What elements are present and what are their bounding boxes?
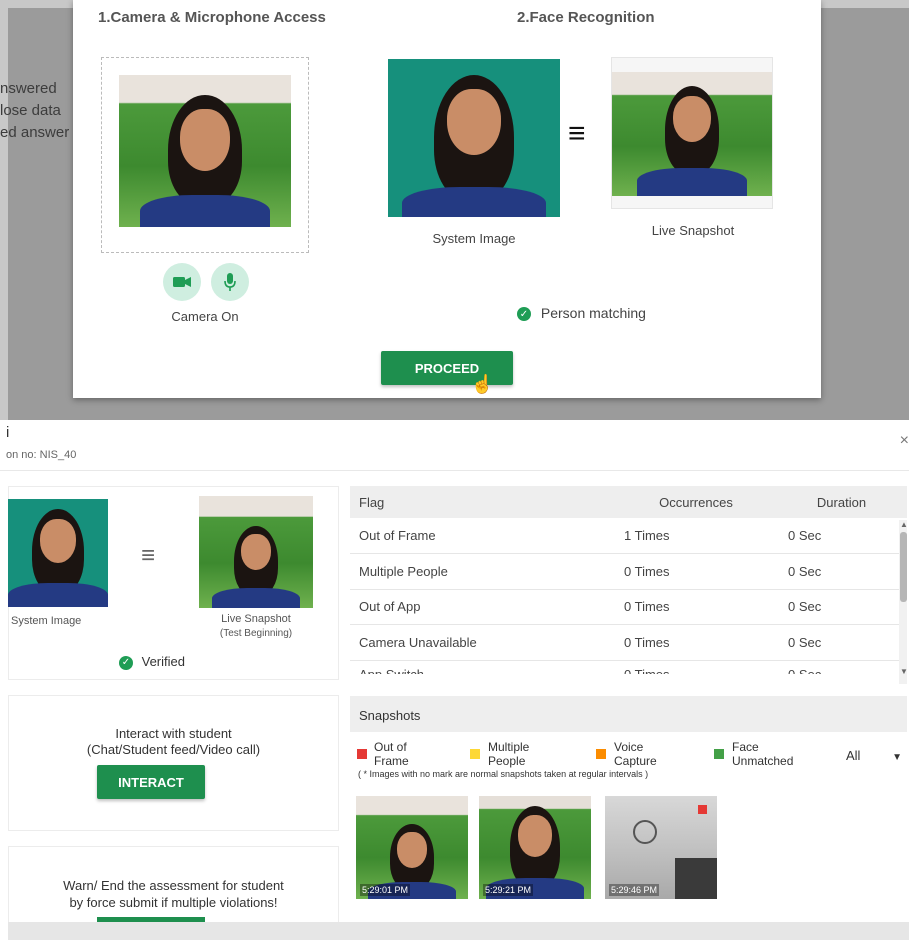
camera-preview-frame (101, 57, 309, 253)
flag-duration: 0 Sec (776, 624, 907, 661)
background-text-line: nswered (0, 80, 57, 97)
legend-multiple-people: Multiple People (488, 740, 530, 768)
verified-label: Verified (141, 654, 185, 669)
verified-status: ✓ Verified (119, 654, 185, 670)
snapshots-title: Snapshots (359, 708, 421, 723)
face-verification-modal: 1.Camera & Microphone Access 2.Face Reco… (73, 0, 821, 398)
table-clip (350, 674, 907, 686)
legend-out-of-frame: Out of Frame (374, 740, 409, 768)
scroll-down-icon[interactable]: ▼ (900, 667, 908, 676)
table-row: Multiple People 0 Times 0 Sec (350, 553, 907, 590)
live-snapshot-label: Live Snapshot (221, 613, 291, 625)
background-text-line: ed answer (0, 124, 70, 141)
interact-button[interactable]: INTERACT (97, 765, 205, 799)
system-image-thumbnail (8, 499, 108, 607)
snapshot-thumbnail[interactable]: 5:29:01 PM (356, 796, 468, 899)
header-divider (0, 470, 909, 471)
candidate-name: i (6, 424, 10, 441)
scroll-up-icon[interactable]: ▲ (900, 520, 908, 529)
snapshot-thumbnail[interactable]: 5:29:46 PM (605, 796, 717, 899)
flag-name: Multiple People (350, 553, 616, 590)
background-text-line: lose data (0, 102, 61, 119)
table-row: Out of Frame 1 Times 0 Sec (350, 518, 907, 554)
step2-title: 2.Face Recognition (517, 9, 655, 26)
camera-status-label: Camera On (171, 309, 239, 324)
snapshot-note: ( * Images with no mark are normal snaps… (358, 769, 649, 779)
legend-out-of-frame-marker (357, 749, 367, 759)
identity-verification-panel: System Image ≡ Live Snapshot (Test Begin… (8, 486, 339, 680)
live-snapshot-frame (611, 57, 773, 209)
system-image-label: System Image (432, 231, 516, 246)
flag-name: Camera Unavailable (350, 624, 616, 661)
legend-face-unmatched-marker (714, 749, 724, 759)
interact-line-2: (Chat/Student feed/Video call) (86, 742, 261, 757)
legend-voice-capture: Voice Capture (614, 740, 657, 768)
snapshot-timestamp: 5:29:46 PM (609, 884, 660, 896)
out-of-frame-marker (698, 805, 707, 814)
system-image (388, 59, 560, 217)
video-camera-icon (173, 277, 191, 287)
flag-duration: 0 Sec (776, 589, 907, 625)
hand-cursor-icon: ☝ (471, 374, 494, 394)
system-image-label: System Image (11, 615, 82, 627)
chevron-down-icon[interactable]: ▼ (892, 752, 902, 763)
camera-preview-image (119, 75, 291, 227)
flag-occurrences: 0 Times (616, 624, 776, 661)
table-row: Camera Unavailable 0 Times 0 Sec (350, 624, 907, 661)
proctoring-dashboard: i on no: NIS_40 × System Image ≡ Live Sn… (0, 420, 909, 940)
session-number: on no: NIS_40 (6, 449, 77, 461)
interact-line-1: Interact with student (115, 726, 232, 741)
filter-value: All (846, 748, 861, 763)
live-snapshot-label: Live Snapshot (651, 223, 735, 238)
person-matching-status: ✓ Person matching (517, 305, 646, 322)
flag-table-header: Flag Occurrences Duration (350, 486, 907, 518)
flag-name: Out of App (350, 589, 616, 625)
warn-line-1: Warn/ End the assessment for student (63, 878, 284, 893)
interact-description: Interact with student (Chat/Student feed… (9, 726, 338, 758)
camera-toggle-button[interactable] (163, 263, 201, 301)
column-header-occurrences: Occurrences (616, 486, 776, 518)
snapshots-header: Snapshots (350, 696, 907, 732)
person-matching-label: Person matching (540, 305, 646, 321)
live-snapshot-sublabel: (Test Beginning) (219, 628, 293, 639)
equivalence-icon: ≡ (141, 542, 156, 569)
microphone-icon (224, 273, 236, 291)
legend-voice-capture-marker (596, 749, 606, 759)
legend-face-unmatched: Face Unmatched (732, 740, 794, 768)
column-header-duration: Duration (776, 486, 907, 518)
warn-line-2: by force submit if multiple violations! (69, 895, 278, 910)
bottom-scroll-area (8, 922, 909, 940)
warn-description: Warn/ End the assessment for student by … (9, 877, 338, 911)
step1-title: 1.Camera & Microphone Access (98, 9, 326, 26)
flag-duration: 0 Sec (776, 518, 907, 554)
close-icon[interactable]: × (900, 432, 909, 450)
flag-name: Out of Frame (350, 518, 616, 554)
snapshot-filter-select[interactable]: All ▼ (846, 748, 902, 763)
live-snapshot-thumbnail (199, 496, 313, 608)
table-row: Out of App 0 Times 0 Sec (350, 589, 907, 625)
live-snapshot-image (612, 72, 772, 196)
legend-multiple-people-marker (470, 749, 480, 759)
scrollbar-thumb[interactable] (900, 532, 907, 602)
snapshot-timestamp: 5:29:01 PM (360, 884, 411, 896)
flag-occurrences: 0 Times (616, 553, 776, 590)
flag-duration: 0 Sec (776, 553, 907, 590)
equivalence-icon: ≡ (568, 117, 586, 150)
interact-panel: Interact with student (Chat/Student feed… (8, 695, 339, 831)
flag-table: Flag Occurrences Duration Out of Frame 1… (350, 486, 907, 683)
check-circle-icon: ✓ (119, 655, 133, 670)
column-header-flag: Flag (350, 486, 616, 518)
modal-backdrop: nswered lose data ed answer 1.Camera & M… (0, 0, 909, 420)
flag-occurrences: 0 Times (616, 589, 776, 625)
microphone-toggle-button[interactable] (211, 263, 249, 301)
flag-occurrences: 1 Times (616, 518, 776, 554)
snapshot-timestamp: 5:29:21 PM (483, 884, 534, 896)
background-page-text: nswered lose data ed answer (0, 78, 80, 144)
snapshot-thumbnail[interactable]: 5:29:21 PM (479, 796, 591, 899)
check-circle-icon: ✓ (517, 307, 531, 322)
